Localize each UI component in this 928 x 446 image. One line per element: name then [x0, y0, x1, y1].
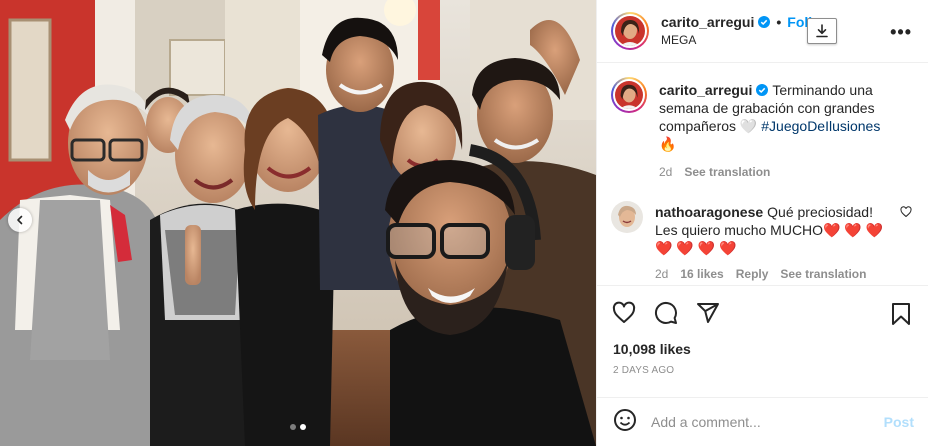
profile-photo	[615, 80, 643, 109]
author-username[interactable]: carito_arregui	[661, 14, 754, 30]
instagram-post: carito_arregui • Follow MEGA •••	[0, 0, 928, 446]
comment-reply-button[interactable]: Reply	[736, 265, 769, 283]
add-comment-input[interactable]	[651, 413, 870, 430]
group-selfie-image	[0, 0, 596, 446]
caption-time[interactable]: 2d	[659, 163, 672, 181]
comment-likes[interactable]: 16 likes	[680, 265, 723, 283]
post-photo[interactable]	[0, 0, 596, 446]
author-avatar[interactable]	[611, 11, 649, 50]
heart-icon[interactable]	[611, 300, 637, 326]
caption-username[interactable]: carito_arregui	[659, 82, 752, 98]
carousel-dot-active	[300, 424, 306, 430]
profile-photo	[615, 15, 645, 46]
carousel-dot	[290, 424, 296, 430]
dot-separator: •	[776, 14, 782, 31]
chevron-left-icon	[17, 215, 23, 225]
more-options-icon[interactable]: •••	[890, 22, 912, 42]
carousel-prev-button[interactable]	[8, 208, 32, 232]
bookmark-icon[interactable]	[888, 301, 914, 327]
comment-see-translation[interactable]: See translation	[780, 265, 866, 283]
caption-hashtag[interactable]: #JuegoDeIlusiones	[761, 118, 880, 134]
comment-username[interactable]: nathoaragonese	[655, 204, 763, 220]
download-icon	[816, 24, 828, 38]
post-header: carito_arregui • Follow MEGA •••	[597, 0, 928, 63]
caption-emoji: 🔥	[659, 135, 677, 152]
caption-avatar[interactable]	[611, 76, 647, 113]
comment-item: nathoaragonese Qué preciosidad! Les quier…	[611, 199, 912, 283]
comment-time[interactable]: 2d	[655, 265, 668, 283]
likes-count[interactable]: 10,098 likes	[597, 339, 928, 359]
verified-badge-icon	[758, 16, 771, 29]
comment-like-heart-icon[interactable]	[900, 205, 912, 217]
post-date[interactable]: 2 DAYS AGO	[597, 359, 928, 384]
post-side-panel: carito_arregui • Follow MEGA •••	[596, 0, 928, 446]
comment-icon[interactable]	[653, 300, 679, 326]
commenter-photo	[611, 200, 643, 233]
add-comment-bar: Post	[597, 396, 928, 446]
verified-badge-icon	[756, 83, 769, 96]
carousel-indicator	[0, 424, 596, 430]
caption-see-translation[interactable]: See translation	[684, 163, 770, 181]
share-icon[interactable]	[695, 300, 721, 326]
download-button[interactable]	[807, 18, 837, 44]
caption: carito_arregui Terminando una semana de g…	[611, 76, 912, 181]
post-comment-button[interactable]: Post	[884, 414, 914, 430]
comments-section: carito_arregui Terminando una semana de g…	[597, 63, 928, 286]
commenter-avatar[interactable]	[611, 200, 643, 233]
emoji-icon[interactable]	[613, 408, 637, 435]
post-actions-bar	[597, 285, 928, 338]
